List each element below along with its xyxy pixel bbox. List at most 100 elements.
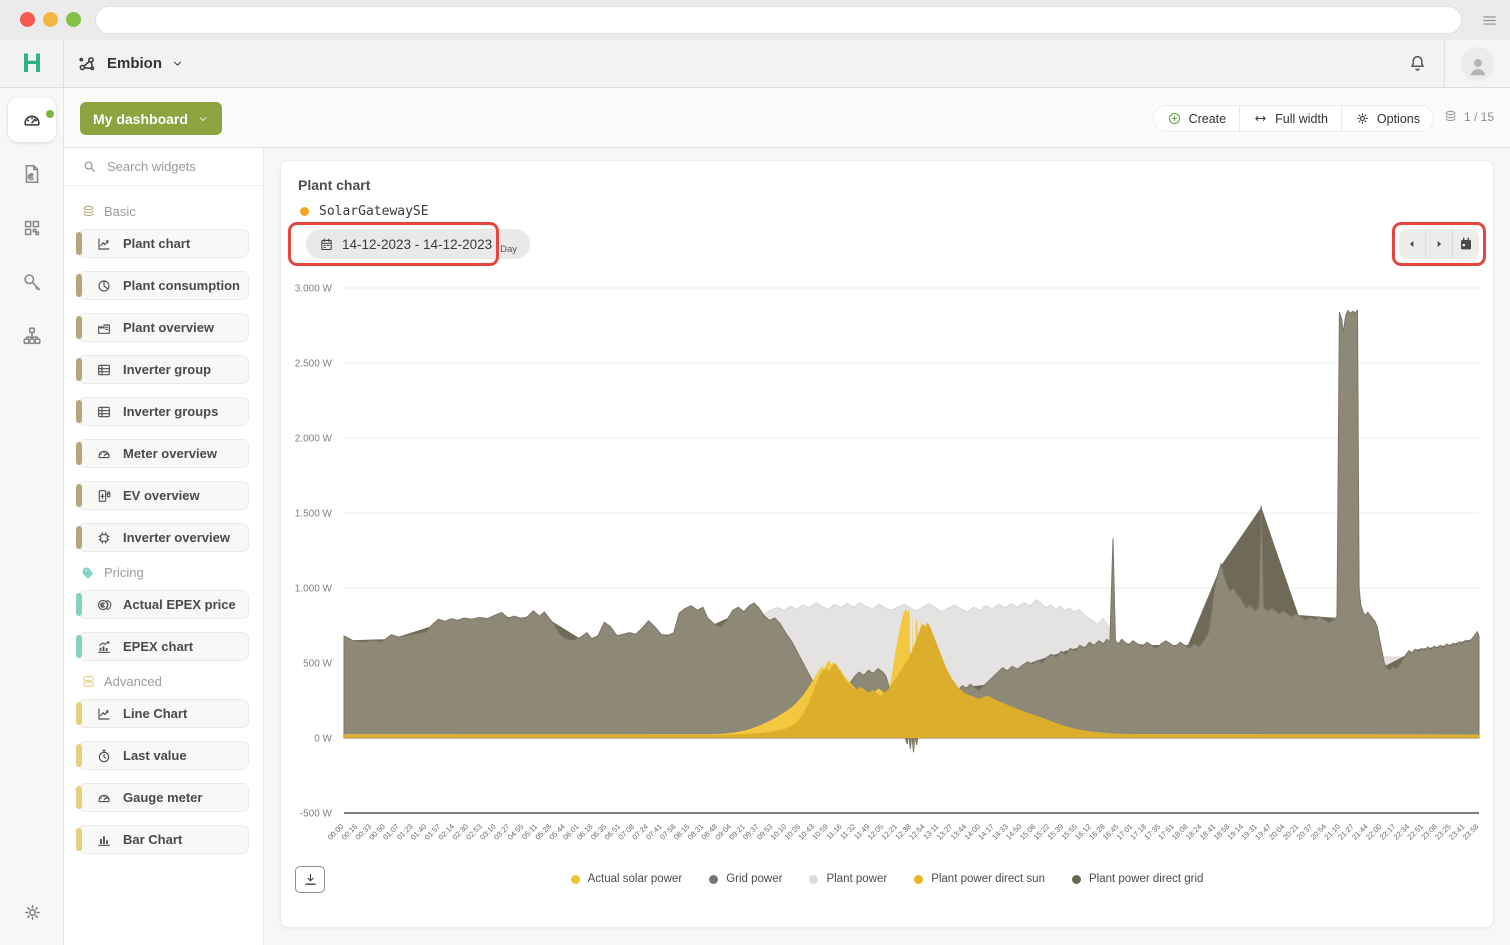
svg-text:500 W: 500 W (303, 659, 332, 670)
svg-text:2.500 W: 2.500 W (295, 359, 333, 370)
section-label: Advanced (104, 674, 162, 689)
accent-bar (76, 232, 82, 255)
app-logo[interactable]: H (0, 40, 64, 87)
legend-dot (571, 875, 580, 884)
widget-item-inverter-overview[interactable]: Inverter overview (78, 523, 249, 552)
svg-text:3.000 W: 3.000 W (295, 284, 333, 295)
widget-item-epex-chart[interactable]: EPEX chart (78, 632, 249, 661)
granularity-label: Day (500, 244, 517, 255)
legend-item-plant-power: Plant power (809, 873, 887, 885)
accent-bar (76, 484, 82, 507)
legend-dot (914, 875, 923, 884)
accent-bar (76, 526, 82, 549)
accent-bar (76, 593, 82, 616)
meter-icon (21, 109, 43, 131)
accent-bar (76, 274, 82, 297)
create-label: Create (1189, 112, 1227, 126)
gear-icon (1355, 111, 1370, 126)
calendar-picker-button[interactable] (1452, 229, 1479, 259)
window-zoom-button[interactable] (66, 12, 81, 27)
accent-bar (76, 400, 82, 423)
rail-item-billing[interactable] (8, 152, 56, 196)
coins-icon (96, 597, 112, 613)
date-range-button[interactable]: 14-12-2023 - 14-12-2023 Day (306, 229, 530, 259)
widget-item-meter-overview[interactable]: Meter overview (78, 439, 249, 468)
widget-item-ev-overview[interactable]: EV overview (78, 481, 249, 510)
notifications-bell-icon[interactable] (1407, 53, 1428, 74)
key-icon (21, 271, 43, 293)
browser-chrome (0, 0, 1510, 40)
sitemap-icon (21, 325, 43, 347)
meter-icon (96, 446, 112, 462)
full-width-label: Full width (1275, 112, 1328, 126)
database-icon (81, 674, 96, 689)
date-nav-controls (1399, 229, 1479, 259)
accent-bar (76, 828, 82, 851)
svg-text:1.500 W: 1.500 W (295, 509, 333, 520)
url-bar[interactable] (95, 6, 1462, 34)
rail-item-dashboard[interactable] (8, 98, 56, 142)
widget-item-inverter-groups[interactable]: Inverter groups (78, 397, 249, 426)
chevron-down-icon (197, 113, 209, 125)
options-button[interactable]: Options (1341, 106, 1433, 131)
chart-legend: Actual solar powerGrid powerPlant powerP… (281, 873, 1493, 885)
line-chart-icon (96, 706, 112, 722)
ev-icon (96, 488, 112, 504)
widget-item-label: Gauge meter (123, 790, 202, 805)
page-indicator-label: 1 / 15 (1464, 110, 1494, 124)
active-indicator-dot (46, 110, 54, 118)
widget-item-label: Plant chart (123, 236, 190, 251)
options-label: Options (1377, 112, 1420, 126)
avatar[interactable] (1461, 47, 1495, 81)
stopwatch-icon (96, 748, 112, 764)
grid-icon (21, 217, 43, 239)
svg-text:2.000 W: 2.000 W (295, 434, 333, 445)
widget-item-bar-chart[interactable]: Bar Chart (78, 825, 249, 854)
widget-item-label: Last value (123, 748, 187, 763)
widget-item-gauge-meter[interactable]: Gauge meter (78, 783, 249, 812)
person-icon (1465, 53, 1491, 79)
widget-item-actual-epex-price[interactable]: Actual EPEX price (78, 590, 249, 619)
legend-item-plant-power-direct-grid: Plant power direct grid (1072, 873, 1203, 885)
network-icon (76, 53, 98, 75)
app-header: H Embion (0, 40, 1510, 88)
svg-text:1.000 W: 1.000 W (295, 584, 333, 595)
settings-button[interactable] (0, 902, 64, 923)
widget-item-plant-chart[interactable]: Plant chart (78, 229, 249, 258)
org-switcher[interactable]: Embion (76, 40, 184, 87)
doc-euro-icon (21, 163, 43, 185)
widget-item-label: Inverter group (123, 362, 211, 377)
main-area: Plant chart SolarGatewaySE 14-12-2023 - … (264, 148, 1510, 945)
pie-chart-icon (96, 278, 112, 294)
next-period-button[interactable] (1425, 229, 1452, 259)
widget-item-inverter-group[interactable]: Inverter group (78, 355, 249, 384)
bar-chart-icon (96, 832, 112, 848)
legend-dot (809, 875, 818, 884)
window-minimize-button[interactable] (43, 12, 58, 27)
device-row: SolarGatewaySE (300, 204, 429, 219)
section-header-pricing: Pricing (81, 565, 263, 580)
svg-text:0 W: 0 W (314, 734, 332, 745)
widget-item-last-value[interactable]: Last value (78, 741, 249, 770)
accent-bar (76, 635, 82, 658)
previous-period-button[interactable] (1399, 229, 1425, 259)
dashboard-selector-label: My dashboard (93, 111, 188, 127)
legend-item-grid-power: Grid power (709, 873, 782, 885)
create-button[interactable]: Create (1154, 106, 1240, 131)
browser-menu-icon[interactable] (1481, 12, 1498, 29)
widget-title: Plant chart (298, 177, 370, 193)
widget-item-plant-consumption[interactable]: Plant consumption (78, 271, 249, 300)
window-close-button[interactable] (20, 12, 35, 27)
dashboard-selector-button[interactable]: My dashboard (80, 102, 222, 135)
search-input[interactable] (107, 159, 283, 174)
search-icon (82, 159, 97, 174)
widget-item-line-chart[interactable]: Line Chart (78, 699, 249, 728)
legend-label: Plant power direct sun (931, 873, 1045, 885)
accent-bar (76, 358, 82, 381)
rail-item-structure[interactable] (8, 314, 56, 358)
rail-item-access-keys[interactable] (8, 260, 56, 304)
full-width-button[interactable]: Full width (1239, 106, 1341, 131)
rail-item-widgets[interactable] (8, 206, 56, 250)
widget-item-plant-overview[interactable]: Plant overview (78, 313, 249, 342)
accent-bar (76, 744, 82, 767)
